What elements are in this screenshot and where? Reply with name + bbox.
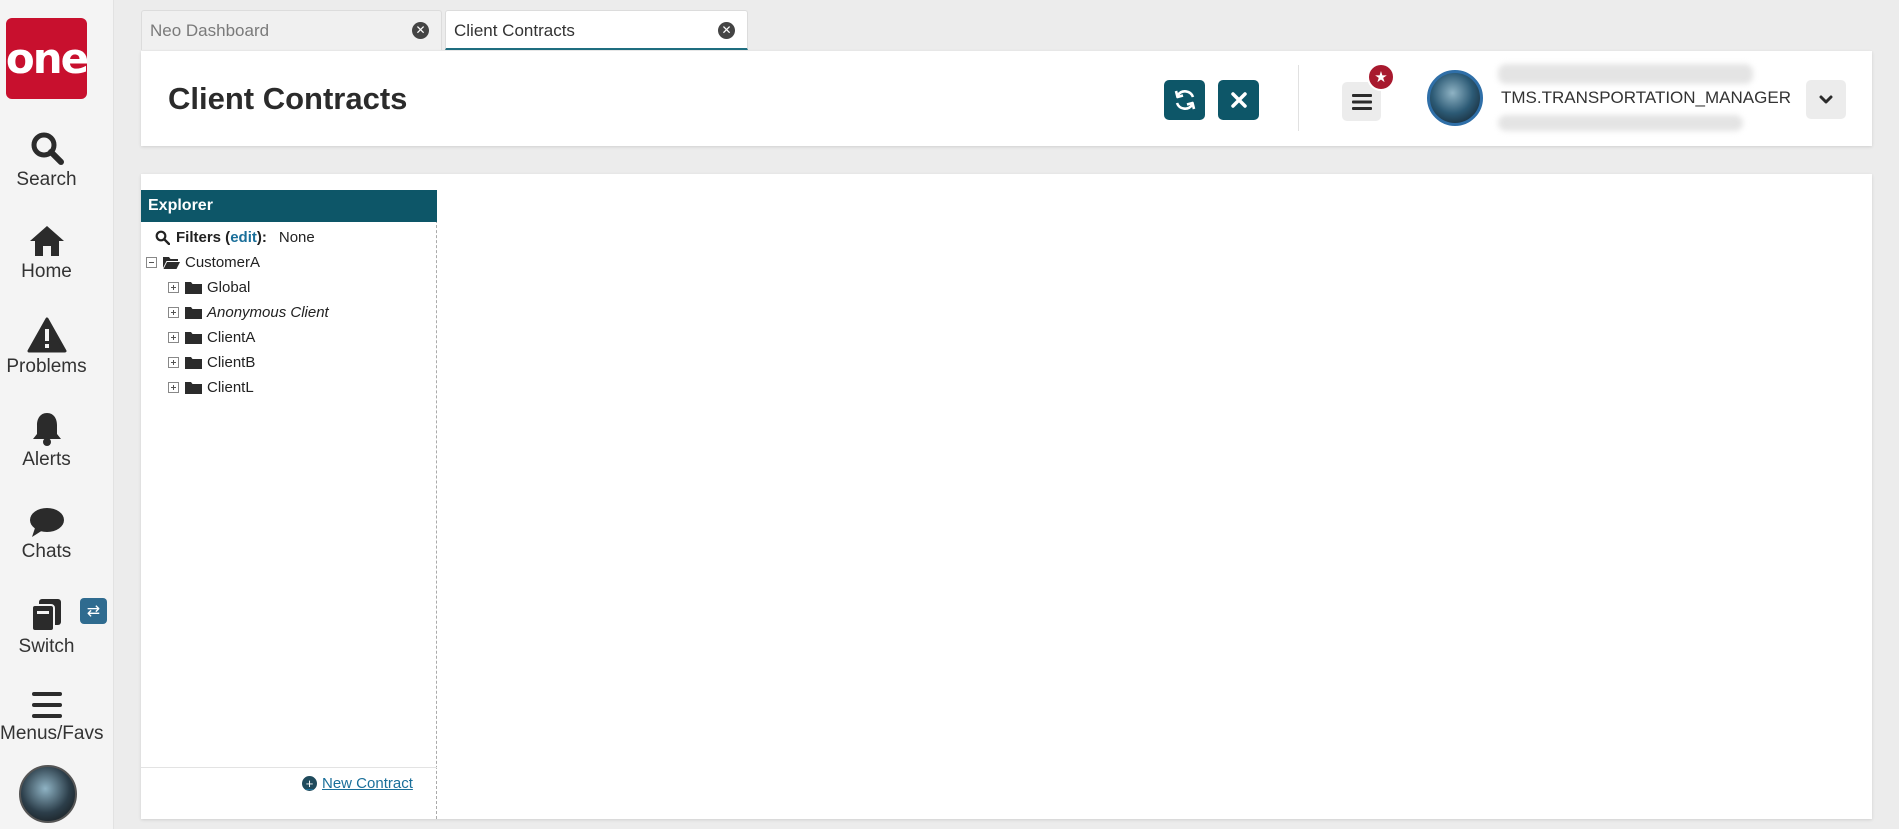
tree-item-clientb[interactable]: ClientB <box>168 354 255 371</box>
filters-label: Filters <box>176 229 222 246</box>
avatar[interactable] <box>19 765 77 823</box>
folder-open-icon <box>163 257 180 269</box>
content-panel: Explorer Filters (edit): None CustomerA … <box>141 174 1872 819</box>
explorer-divider <box>141 767 437 768</box>
tab-client-contracts[interactable]: Client Contracts ✕ <box>445 10 748 50</box>
tree-root-customer[interactable]: CustomerA <box>146 254 260 271</box>
tree-item-clienta[interactable]: ClientA <box>168 329 255 346</box>
user-avatar[interactable] <box>1427 70 1483 126</box>
left-nav: one Search Home Problems Alerts Chats Sw… <box>0 0 114 829</box>
tree-item-anonymous-client[interactable]: Anonymous Client <box>168 304 329 321</box>
refresh-button[interactable] <box>1164 80 1205 120</box>
user-name-redacted <box>1498 64 1753 84</box>
header-divider <box>1298 65 1299 131</box>
close-page-button[interactable] <box>1218 80 1259 120</box>
expand-icon[interactable] <box>168 282 179 293</box>
refresh-icon <box>1174 90 1195 110</box>
bell-icon <box>32 413 61 446</box>
tree-item-global[interactable]: Global <box>168 279 250 296</box>
user-org-redacted <box>1498 115 1743 131</box>
close-icon[interactable]: ✕ <box>718 22 735 39</box>
collapse-icon[interactable] <box>146 257 157 268</box>
nav-search[interactable]: Search <box>0 130 93 191</box>
new-contract-link[interactable]: + New Contract <box>302 775 413 792</box>
tab-label: Client Contracts <box>454 21 575 40</box>
one-logo[interactable]: one <box>6 18 89 99</box>
user-role: TMS.TRANSPORTATION_MANAGER <box>1501 88 1791 107</box>
folder-icon <box>185 332 202 344</box>
nav-alerts[interactable]: Alerts <box>0 410 93 471</box>
nav-home[interactable]: Home <box>0 224 93 283</box>
switch-icon <box>30 599 61 632</box>
expand-icon[interactable] <box>168 307 179 318</box>
warning-icon <box>27 317 66 353</box>
expand-icon[interactable] <box>168 332 179 343</box>
folder-icon <box>185 282 202 294</box>
explorer-title: Explorer <box>141 190 437 222</box>
nav-label: Chats <box>21 541 72 562</box>
home-icon <box>29 226 64 256</box>
page-title: Client Contracts <box>168 81 408 116</box>
star-icon[interactable]: ★ <box>1367 63 1395 91</box>
nav-label: Problems <box>6 356 87 377</box>
search-icon <box>155 230 170 245</box>
expand-icon[interactable] <box>168 357 179 368</box>
new-contract-label: New Contract <box>322 775 413 792</box>
nav-label: Search <box>16 169 77 190</box>
nav-label: Switch <box>18 636 75 657</box>
user-dropdown-button[interactable] <box>1806 80 1846 119</box>
nav-problems[interactable]: Problems <box>0 317 93 378</box>
add-circle-icon: + <box>302 776 317 791</box>
tree-label: ClientB <box>207 354 256 371</box>
tree-label: Anonymous Client <box>207 304 329 321</box>
expand-icon[interactable] <box>168 382 179 393</box>
close-icon <box>1230 92 1247 108</box>
page-header: Client Contracts ★ TMS.TRANSPORTATION_MA… <box>141 51 1872 146</box>
nav-label: Home <box>21 261 72 282</box>
tree-label: CustomerA <box>185 254 261 271</box>
filters-row: Filters (edit): None <box>155 229 315 246</box>
search-icon <box>31 132 64 165</box>
chat-icon <box>29 508 64 537</box>
filters-edit-link[interactable]: edit <box>230 229 257 246</box>
folder-icon <box>185 307 202 319</box>
explorer-panel: Explorer Filters (edit): None CustomerA … <box>141 190 437 819</box>
nav-chats[interactable]: Chats <box>0 506 93 563</box>
close-icon[interactable]: ✕ <box>412 22 429 39</box>
tree-label: Global <box>207 279 251 296</box>
chevron-down-icon <box>1819 95 1833 103</box>
tree-label: ClientL <box>207 379 254 396</box>
nav-label: Menus/Favs <box>0 723 104 744</box>
menu-icon <box>1351 93 1372 110</box>
folder-icon <box>185 382 202 394</box>
folder-icon <box>185 357 202 369</box>
tree-item-clientl[interactable]: ClientL <box>168 379 254 396</box>
filters-value: None <box>278 229 315 246</box>
tab-label: Neo Dashboard <box>150 21 270 40</box>
tree-label: ClientA <box>207 329 256 346</box>
tab-neo-dashboard[interactable]: Neo Dashboard ✕ <box>141 10 442 50</box>
menu-icon <box>31 692 62 718</box>
switch-arrows-icon[interactable]: ⇄ <box>80 598 107 624</box>
nav-menus-favs[interactable]: Menus/Favs <box>0 690 104 745</box>
nav-label: Alerts <box>22 449 71 470</box>
